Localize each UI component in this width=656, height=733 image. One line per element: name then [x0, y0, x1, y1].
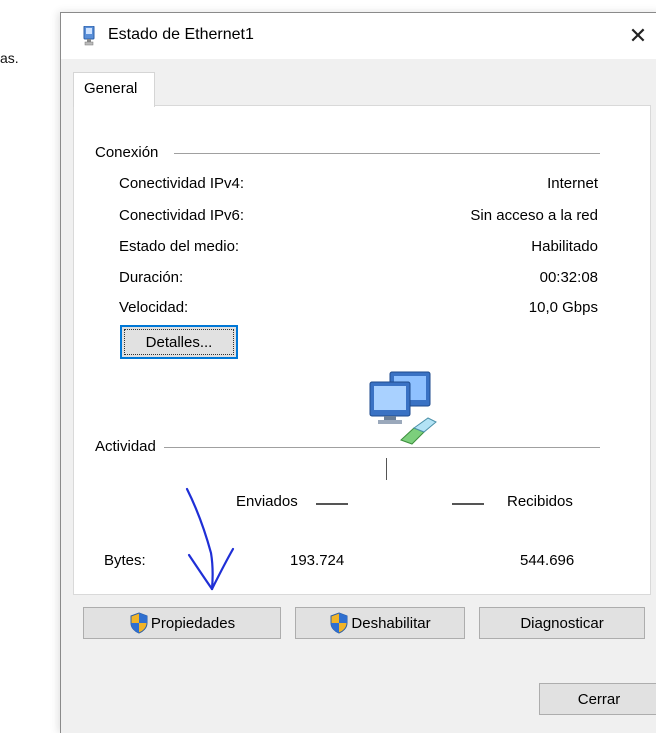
media-state-value: Habilitado	[531, 238, 598, 255]
duration-label: Duración:	[119, 269, 184, 286]
uac-shield-icon	[130, 612, 148, 634]
ipv4-value: Internet	[547, 175, 598, 192]
properties-button[interactable]: Propiedades	[83, 607, 281, 639]
bytes-received-value: 544.696	[520, 552, 575, 569]
diagnose-button[interactable]: Diagnosticar	[479, 607, 645, 639]
speed-label: Velocidad:	[119, 299, 189, 316]
bytes-label: Bytes:	[104, 552, 146, 569]
close-button[interactable]: Cerrar	[539, 683, 656, 715]
window-title: Estado de Ethernet1	[108, 26, 254, 43]
ipv6-value: Sin acceso a la red	[470, 207, 598, 224]
connection-group-label: Conexión	[95, 144, 165, 161]
activity-separator	[386, 458, 387, 480]
received-label: Recibidos	[507, 493, 573, 510]
properties-button-label: Propiedades	[150, 614, 236, 632]
network-computers-icon	[369, 371, 437, 445]
bytes-sent-value: 193.724	[290, 552, 345, 569]
general-panel: Conexión Conectividad IPv4: Internet Con…	[73, 105, 651, 595]
background-text-fragment: as.	[0, 50, 19, 66]
tab-general[interactable]: General	[73, 72, 155, 107]
close-button-label: Cerrar	[577, 690, 621, 708]
annotation-arrow	[185, 487, 235, 591]
disable-button-label: Deshabilitar	[351, 614, 431, 632]
close-icon[interactable]: ✕	[615, 13, 656, 59]
ethernet-status-dialog: Estado de Ethernet1 ✕ General Conexión C…	[60, 12, 656, 733]
details-button-label: Detalles...	[145, 333, 213, 351]
speed-value: 10,0 Gbps	[528, 299, 598, 316]
tab-general-label: General	[84, 80, 138, 97]
sent-label: Enviados	[236, 493, 298, 510]
diagnose-button-label: Diagnosticar	[520, 614, 604, 632]
details-button[interactable]: Detalles...	[120, 325, 238, 359]
media-state-label: Estado del medio:	[119, 238, 240, 255]
ipv4-label: Conectividad IPv4:	[119, 175, 245, 192]
ipv6-label: Conectividad IPv6:	[119, 207, 245, 224]
activity-group-label: Actividad	[95, 438, 162, 455]
received-line	[452, 503, 484, 505]
sent-line	[316, 503, 348, 505]
connection-divider	[174, 153, 600, 154]
network-adapter-icon	[83, 26, 95, 46]
duration-value: 00:32:08	[539, 269, 598, 286]
title-bar: Estado de Ethernet1 ✕	[61, 13, 656, 59]
disable-button[interactable]: Deshabilitar	[295, 607, 465, 639]
uac-shield-icon	[330, 612, 348, 634]
